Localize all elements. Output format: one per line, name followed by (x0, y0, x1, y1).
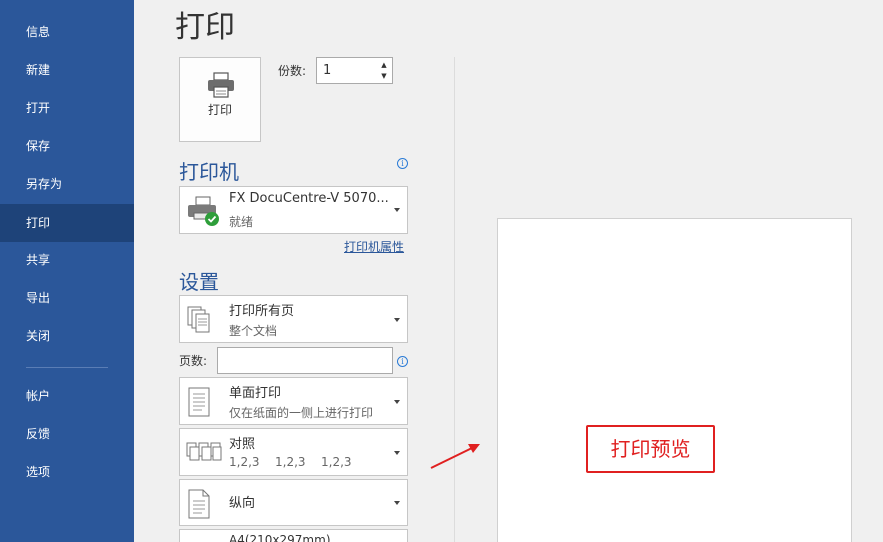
portrait-icon (186, 489, 212, 523)
sides-sub: 仅在纸面的一侧上进行打印 (229, 406, 374, 420)
chevron-down-icon (394, 318, 400, 322)
print-range-main: 打印所有页 (229, 304, 295, 319)
copies-label: 份数: (278, 64, 307, 78)
info-icon[interactable]: i (397, 356, 408, 367)
printer-name: FX DocuCentre-V 5070... (229, 191, 389, 206)
backstage-sidebar: 信息 新建 打开 保存 另存为 打印 共享 导出 关闭 帐户 反馈 选项 (0, 0, 134, 542)
nav-feedback[interactable]: 反馈 (0, 415, 134, 453)
info-icon[interactable]: i (397, 158, 408, 169)
copies-stepper: ▲ ▼ (316, 57, 393, 84)
pages-icon (186, 306, 212, 338)
spin-up-icon[interactable]: ▲ (379, 60, 389, 70)
chevron-down-icon (394, 208, 400, 212)
collate-seq-3: 1,2,3 (321, 455, 352, 469)
collate-main: 对照 (229, 437, 256, 452)
nav-share[interactable]: 共享 (0, 241, 134, 279)
nav-options[interactable]: 选项 (0, 453, 134, 491)
paper-size-main: A4(210x297mm) (229, 533, 331, 542)
nav-account[interactable]: 帐户 (0, 377, 134, 415)
print-range-sub: 整个文档 (229, 324, 278, 338)
print-button-label: 打印 (207, 103, 232, 117)
printer-ready-icon (186, 195, 220, 231)
annotation-arrow-icon (430, 444, 480, 469)
chevron-down-icon (394, 400, 400, 404)
copies-input[interactable] (317, 58, 371, 83)
collate-dropdown[interactable]: 对照 1,2,3 1,2,3 1,2,3 (179, 428, 408, 476)
print-preview-page (497, 218, 852, 542)
printer-dropdown[interactable]: FX DocuCentre-V 5070... 就绪 (179, 186, 408, 234)
pages-input[interactable] (217, 347, 393, 374)
paper-size-dropdown[interactable]: A4(210x297mm) (179, 529, 408, 542)
settings-section-title: 设置 (179, 270, 219, 294)
nav-info[interactable]: 信息 (0, 13, 134, 51)
printer-icon (207, 72, 235, 102)
nav-open[interactable]: 打开 (0, 89, 134, 127)
nav-print[interactable]: 打印 (0, 204, 134, 242)
chevron-down-icon (394, 501, 400, 505)
nav-export[interactable]: 导出 (0, 279, 134, 317)
sides-main: 单面打印 (229, 386, 282, 401)
page-title: 打印 (175, 10, 235, 45)
pages-label: 页数: (179, 354, 208, 368)
printer-properties-link[interactable]: 打印机属性 (344, 238, 404, 255)
print-button[interactable]: 打印 (179, 57, 261, 142)
one-sided-icon (186, 387, 212, 421)
chevron-down-icon (394, 451, 400, 455)
nav-save-as[interactable]: 另存为 (0, 165, 134, 203)
annotation-label: 打印预览 (586, 425, 715, 473)
print-range-dropdown[interactable]: 打印所有页 整个文档 (179, 295, 408, 343)
orientation-dropdown[interactable]: 纵向 (179, 479, 408, 526)
sidebar-divider (26, 367, 108, 368)
collate-seq-1: 1,2,3 (229, 455, 260, 469)
collate-icon (186, 441, 222, 469)
spin-down-icon[interactable]: ▼ (379, 71, 389, 81)
collate-seq-2: 1,2,3 (275, 455, 306, 469)
nav-new[interactable]: 新建 (0, 51, 134, 89)
sides-dropdown[interactable]: 单面打印 仅在纸面的一侧上进行打印 (179, 377, 408, 425)
printer-status: 就绪 (229, 215, 254, 229)
printer-section-title: 打印机 (179, 160, 239, 184)
nav-close[interactable]: 关闭 (0, 317, 134, 355)
orientation-main: 纵向 (229, 496, 256, 511)
nav-save[interactable]: 保存 (0, 127, 134, 165)
